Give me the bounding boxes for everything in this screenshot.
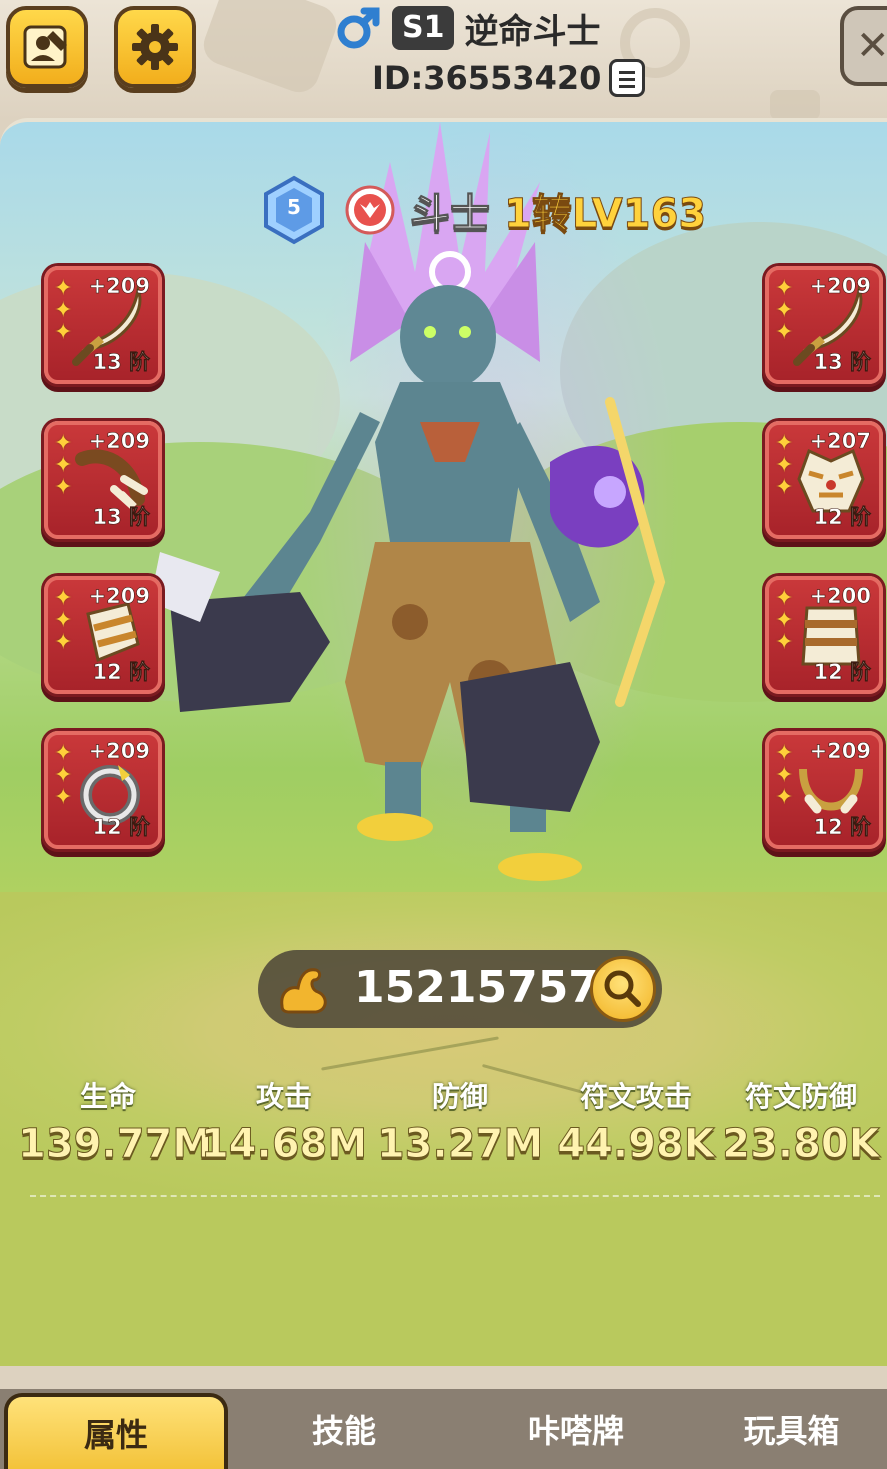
character-level: 1转LV163 — [503, 191, 707, 238]
equipment-slot-claw[interactable]: ✦ ✦ ✦ +209 13 阶 — [44, 421, 162, 539]
stat-label: 符文攻击 — [579, 1080, 692, 1113]
stat-value: 23.80K — [722, 1121, 881, 1168]
enhance-level: +209 — [88, 274, 150, 299]
server-tag: S1 — [392, 6, 455, 50]
equipment-tier: 12 阶 — [813, 815, 871, 840]
tab-cards[interactable]: 咔嗒牌 — [464, 1389, 688, 1469]
stat-value: 139.77M — [18, 1121, 213, 1168]
stat-defense: 防御 13.27M — [370, 1075, 550, 1168]
tab-label: 属性 — [83, 1416, 148, 1454]
class-emblem-icon — [345, 185, 395, 235]
profile-edit-button[interactable] — [6, 6, 88, 88]
stat-label: 生命 — [79, 1080, 136, 1113]
stat-label: 防御 — [431, 1080, 488, 1113]
settings-button[interactable] — [114, 6, 196, 88]
equipment-tier: 12 阶 — [92, 815, 150, 840]
tab-toybox[interactable]: 玩具箱 — [696, 1389, 887, 1469]
stat-value: 44.98K — [557, 1121, 716, 1168]
equipment-slot-armor[interactable]: ✦ ✦ ✦ +200 12 阶 — [765, 576, 883, 694]
rank-level: 5 — [287, 195, 301, 219]
close-button[interactable]: ✕ — [840, 6, 887, 86]
combat-power-value: 152157579 — [354, 962, 630, 1013]
power-detail-button[interactable] — [590, 956, 656, 1022]
search-icon — [604, 970, 641, 1007]
equipment-tier: 13 阶 — [813, 350, 871, 375]
enhance-level: +207 — [809, 429, 871, 454]
equipment-slot-offhand[interactable]: ✦ ✦ ✦ +209 13 阶 — [765, 266, 883, 384]
stat-rune-attack: 符文攻击 44.98K — [546, 1075, 726, 1168]
tab-skills[interactable]: 技能 — [232, 1389, 456, 1469]
tab-label: 技能 — [311, 1412, 376, 1450]
copy-icon[interactable] — [609, 59, 646, 97]
equipment-slot-bracer[interactable]: ✦ ✦ ✦ +209 12 阶 — [44, 576, 162, 694]
player-id: ID:36553420 — [372, 59, 602, 97]
player-name-row: S1 逆命斗士 — [334, 4, 600, 52]
stat-rune-defense: 符文防御 23.80K — [715, 1075, 887, 1168]
stat-label: 攻击 — [255, 1080, 312, 1113]
equipment-slot-ring[interactable]: ✦ ✦ ✦ +209 12 阶 — [44, 731, 162, 849]
bottom-tab-bar: 属性 技能 咔嗒牌 玩具箱 — [0, 1389, 887, 1469]
equipment-tier: 12 阶 — [813, 505, 871, 530]
gear-icon — [132, 24, 178, 70]
enhance-level: +209 — [88, 429, 150, 454]
player-name: 逆命斗士 — [464, 11, 601, 52]
character-scene: 5 斗士 1转LV163 ✦ ✦ ✦ +209 13 阶 ✦ ✦ ✦ +209 13 阶… — [0, 118, 887, 1366]
enhance-level: +209 — [809, 739, 871, 764]
class-name: 斗士 — [410, 191, 491, 238]
background-decoration — [198, 0, 342, 98]
stat-hp: 生命 139.77M — [18, 1075, 213, 1168]
combat-power: 152157579 — [258, 950, 662, 1028]
divider — [30, 1195, 880, 1197]
equipment-slot-weapon[interactable]: ✦ ✦ ✦ +209 13 阶 — [44, 266, 162, 384]
enhance-level: +200 — [809, 584, 871, 609]
player-id-row: ID:36553420 — [372, 56, 646, 100]
enhance-level: +209 — [88, 739, 150, 764]
tab-label: 咔嗒牌 — [527, 1412, 624, 1450]
profile-edit-icon — [23, 25, 67, 69]
equipment-tier: 13 阶 — [92, 350, 150, 375]
equipment-tier: 12 阶 — [813, 660, 871, 685]
enhance-level: +209 — [809, 274, 871, 299]
equipment-slot-helmet[interactable]: ✦ ✦ ✦ +207 12 阶 — [765, 421, 883, 539]
equipment-tier: 13 阶 — [92, 505, 150, 530]
background-decoration — [770, 90, 820, 120]
equipment-slot-necklace[interactable]: ✦ ✦ ✦ +209 12 阶 — [765, 731, 883, 849]
stat-label: 符文防御 — [744, 1080, 857, 1113]
stat-value: 13.27M — [376, 1121, 544, 1168]
rank-badge-icon: 5 — [264, 175, 324, 245]
tab-label: 玩具箱 — [743, 1412, 840, 1450]
stats-panel: 生命 139.77M 攻击 14.68M 防御 13.27M 符文攻击 44.9… — [0, 1075, 887, 1175]
close-icon: ✕ — [856, 23, 887, 69]
tab-attributes[interactable]: 属性 — [4, 1393, 228, 1469]
character-title-row: 5 斗士 1转LV163 — [258, 174, 707, 246]
enhance-level: +209 — [88, 584, 150, 609]
equipment-tier: 12 阶 — [92, 660, 150, 685]
stat-value: 14.68M — [200, 1121, 368, 1168]
muscle-arm-icon — [280, 968, 327, 1014]
stat-attack: 攻击 14.68M — [194, 1075, 374, 1168]
male-icon — [337, 7, 380, 49]
